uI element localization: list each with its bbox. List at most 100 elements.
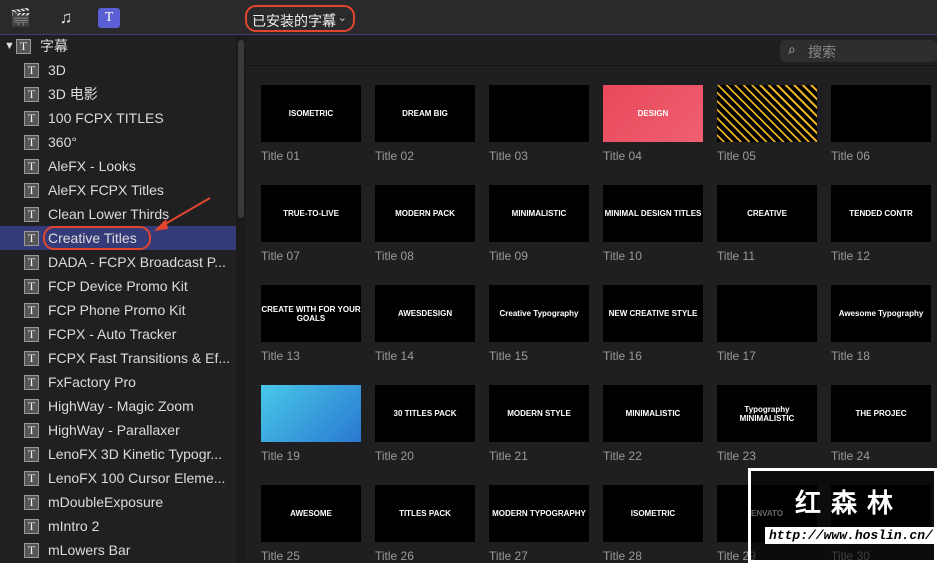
title-tile[interactable]: ISOMETRIC Title 01 — [261, 85, 361, 163]
sidebar-item[interactable]: T AleFX - Looks — [0, 154, 236, 178]
sidebar-item-label: FCP Phone Promo Kit — [48, 302, 186, 318]
sidebar-item-label: 3D — [48, 62, 66, 78]
titles-icon[interactable]: T — [98, 8, 120, 28]
thumbnail-text: Creative Typography — [499, 309, 579, 318]
title-tile[interactable]: MINIMALISTIC Title 09 — [489, 185, 589, 263]
title-thumbnail[interactable] — [717, 85, 817, 142]
title-thumbnail[interactable]: MINIMALISTIC — [603, 385, 703, 442]
title-thumbnail[interactable]: TRUE-TO-LIVE — [261, 185, 361, 242]
title-thumbnail[interactable]: MINIMALISTIC — [489, 185, 589, 242]
title-icon: T — [24, 183, 39, 198]
title-thumbnail[interactable]: MODERN STYLE — [489, 385, 589, 442]
title-tile[interactable]: ISOMETRIC Title 28 — [603, 485, 703, 563]
title-thumbnail[interactable]: Creative Typography — [489, 285, 589, 342]
title-tile[interactable]: NEW CREATIVE STYLE Title 16 — [603, 285, 703, 363]
sidebar-item[interactable]: T 3D — [0, 58, 236, 82]
titles-source-select[interactable]: 已安装的字幕 ⌃⌄ — [245, 5, 355, 32]
sidebar-item[interactable]: T 100 FCPX TITLES — [0, 106, 236, 130]
title-thumbnail[interactable] — [489, 85, 589, 142]
title-thumbnail[interactable]: TITLES PACK — [375, 485, 475, 542]
title-tile[interactable]: THE PROJEC Title 24 — [831, 385, 931, 463]
sidebar-item[interactable]: T FCP Device Promo Kit — [0, 274, 236, 298]
title-label: Title 04 — [603, 149, 642, 163]
title-tile[interactable]: Title 05 — [717, 85, 817, 163]
title-thumbnail[interactable]: MINIMAL DESIGN TITLES — [603, 185, 703, 242]
title-tile[interactable]: Title 06 — [831, 85, 931, 163]
title-tile[interactable]: Title 19 — [261, 385, 361, 463]
title-tile[interactable]: Title 03 — [489, 85, 589, 163]
title-label: Title 28 — [603, 549, 642, 563]
title-tile[interactable]: TRUE-TO-LIVE Title 07 — [261, 185, 361, 263]
thumbnail-text: TRUE-TO-LIVE — [283, 209, 339, 218]
title-tile[interactable]: DESIGN Title 04 — [603, 85, 703, 163]
title-tile[interactable]: Typography MINIMALISTIC Title 23 — [717, 385, 817, 463]
sidebar-item[interactable]: T FxFactory Pro — [0, 370, 236, 394]
sidebar-item[interactable]: TmDoubleExposure — [0, 490, 236, 514]
title-thumbnail[interactable]: NEW CREATIVE STYLE — [603, 285, 703, 342]
title-tile[interactable]: Awesome Typography Title 18 — [831, 285, 931, 363]
sidebar-item-label: HighWay - Magic Zoom — [48, 398, 194, 414]
title-thumbnail[interactable]: DREAM BIG — [375, 85, 475, 142]
title-thumbnail[interactable] — [261, 385, 361, 442]
sidebar-item[interactable]: T LenoFX 3D Kinetic Typogr... — [0, 442, 236, 466]
title-thumbnail[interactable]: THE PROJEC — [831, 385, 931, 442]
title-thumbnail[interactable]: TENDED CONTR — [831, 185, 931, 242]
title-tile[interactable]: TITLES PACK Title 26 — [375, 485, 475, 563]
title-tile[interactable]: AWESOME Title 25 — [261, 485, 361, 563]
title-thumbnail[interactable]: 30 TITLES PACK — [375, 385, 475, 442]
title-thumbnail[interactable]: CREATIVE — [717, 185, 817, 242]
title-label: Title 03 — [489, 149, 528, 163]
title-tile[interactable]: MINIMAL DESIGN TITLES Title 10 — [603, 185, 703, 263]
clapper-star-icon[interactable]: 🎬 — [10, 8, 32, 28]
music-photo-icon[interactable]: ♫ — [55, 8, 77, 28]
sidebar-item[interactable]: T DADA - FCPX Broadcast P... — [0, 250, 236, 274]
title-thumbnail[interactable] — [831, 85, 931, 142]
sidebar-item[interactable]: T HighWay - Parallaxer — [0, 418, 236, 442]
sidebar-item[interactable]: T 3D 电影 — [0, 82, 236, 106]
title-tile[interactable]: MODERN TYPOGRAPHY Title 27 — [489, 485, 589, 563]
title-tile[interactable]: Creative Typography Title 15 — [489, 285, 589, 363]
scrollbar-thumb[interactable] — [238, 40, 244, 218]
sidebar-item[interactable]: T 360° — [0, 130, 236, 154]
title-thumbnail[interactable]: Awesome Typography — [831, 285, 931, 342]
disclosure-triangle-icon[interactable]: ▼ — [4, 34, 15, 58]
title-icon: T — [24, 447, 39, 462]
sidebar-item[interactable]: T HighWay - Magic Zoom — [0, 394, 236, 418]
title-thumbnail[interactable]: AWESOME — [261, 485, 361, 542]
title-label: Title 27 — [489, 549, 528, 563]
sidebar-item[interactable]: T FCPX - Auto Tracker — [0, 322, 236, 346]
title-thumbnail[interactable]: MODERN TYPOGRAPHY — [489, 485, 589, 542]
sidebar-item-label: 360° — [48, 134, 77, 150]
title-thumbnail[interactable]: ISOMETRIC — [603, 485, 703, 542]
title-tile[interactable]: TENDED CONTR Title 12 — [831, 185, 931, 263]
title-tile[interactable]: CREATIVE Title 11 — [717, 185, 817, 263]
sidebar-item[interactable]: TmLowers Bar — [0, 538, 236, 562]
title-tile[interactable]: DREAM BIG Title 02 — [375, 85, 475, 163]
title-thumbnail[interactable]: DESIGN — [603, 85, 703, 142]
title-tile[interactable]: AWESDESIGN Title 14 — [375, 285, 475, 363]
title-thumbnail[interactable]: ISOMETRIC — [261, 85, 361, 142]
title-thumbnail[interactable]: AWESDESIGN — [375, 285, 475, 342]
sidebar-item[interactable]: T LenoFX 100 Cursor Eleme... — [0, 466, 236, 490]
title-tile[interactable]: CREATE WITH FOR YOUR GOALS Title 13 — [261, 285, 361, 363]
sidebar-item[interactable]: T FCPX Fast Transitions & Ef... — [0, 346, 236, 370]
sidebar-root-titles[interactable]: ▼ T 字幕 — [0, 34, 236, 58]
thumbnail-text: MINIMALISTIC — [511, 209, 567, 218]
sidebar-item[interactable]: TmIntro 2 — [0, 514, 236, 538]
select-value: 已安装的字幕 — [252, 13, 336, 29]
sidebar-item[interactable]: T FCP Phone Promo Kit — [0, 298, 236, 322]
search-input[interactable]: ⌕ 搜索 — [780, 40, 937, 62]
title-tile[interactable]: MINIMALISTIC Title 22 — [603, 385, 703, 463]
title-tile[interactable]: MODERN STYLE Title 21 — [489, 385, 589, 463]
title-tile[interactable]: MODERN PACK Title 08 — [375, 185, 475, 263]
title-thumbnail[interactable]: MODERN PACK — [375, 185, 475, 242]
sidebar-item-label: LenoFX 3D Kinetic Typogr... — [48, 446, 223, 462]
title-label: Title 01 — [261, 149, 300, 163]
title-thumbnail[interactable] — [717, 285, 817, 342]
title-thumbnail[interactable]: Typography MINIMALISTIC — [717, 385, 817, 442]
title-thumbnail[interactable]: CREATE WITH FOR YOUR GOALS — [261, 285, 361, 342]
sidebar-scrollbar[interactable] — [236, 36, 246, 563]
title-tile[interactable]: Title 17 — [717, 285, 817, 363]
title-label: Title 20 — [375, 449, 414, 463]
title-tile[interactable]: 30 TITLES PACK Title 20 — [375, 385, 475, 463]
